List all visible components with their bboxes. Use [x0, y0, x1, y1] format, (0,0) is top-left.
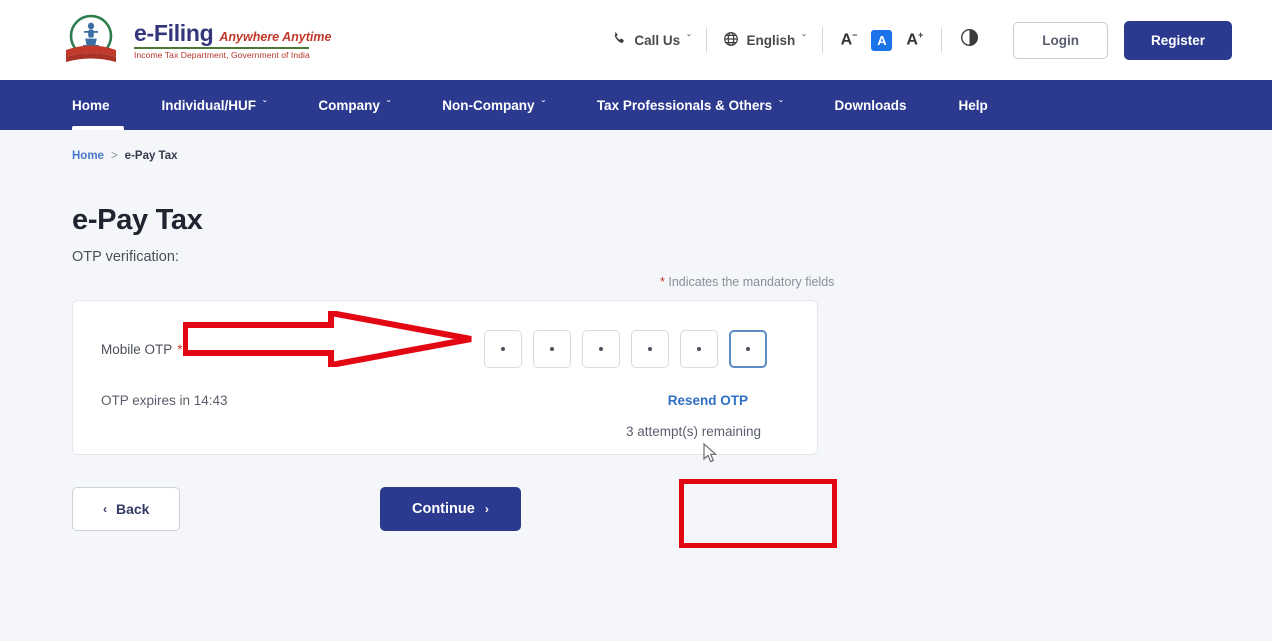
call-us-label: Call Us — [634, 32, 681, 48]
nav-label: Non-Company — [442, 97, 535, 113]
nav-item-downloads[interactable]: Downloads — [808, 80, 932, 130]
contrast-toggle[interactable] — [942, 28, 997, 52]
nav-label: Home — [72, 97, 110, 113]
language-label: English — [746, 32, 796, 48]
nav-item-tax-professionals[interactable]: Tax Professionals & Others ˇ — [571, 80, 809, 130]
otp-digit-5[interactable] — [680, 330, 718, 368]
otp-masked-dot — [550, 347, 554, 351]
mobile-otp-label-text: Mobile OTP — [101, 341, 173, 357]
otp-attempts-text: 3 attempt(s) remaining — [625, 424, 761, 439]
nav-item-individual-huf[interactable]: Individual/HUF ˇ — [136, 80, 293, 130]
chevron-down-icon: ˇ — [541, 99, 545, 111]
resend-otp-link[interactable]: Resend OTP — [668, 393, 748, 408]
otp-masked-dot — [746, 347, 750, 351]
mobile-otp-label: Mobile OTP * — [101, 342, 183, 357]
language-menu[interactable]: English ˇ — [707, 31, 821, 50]
brand-tagline: Anywhere Anytime — [219, 30, 332, 45]
otp-digit-3[interactable] — [582, 330, 620, 368]
otp-masked-dot — [501, 347, 505, 351]
nav-label: Downloads — [834, 97, 907, 113]
brand-name: e-Filing — [134, 20, 214, 47]
breadcrumb-separator: > — [110, 150, 118, 162]
india-emblem-icon: सत्यमेव जयते — [60, 14, 122, 66]
mandatory-fields-note: * Indicates the mandatory fields — [60, 275, 1212, 289]
breadcrumb-current: e-Pay Tax — [124, 150, 178, 162]
nav-label: Help — [958, 97, 988, 113]
font-normal-button[interactable]: A — [871, 29, 893, 51]
site-header: सत्यमेव जयते e-Filing Anywhere Anytime I… — [0, 0, 1272, 80]
chevron-down-icon: ˇ — [687, 33, 691, 45]
chevron-down-icon: ˇ — [779, 99, 783, 111]
continue-button[interactable]: Continue › — [380, 487, 521, 531]
otp-masked-dot — [697, 347, 701, 351]
chevron-right-icon: › — [484, 502, 489, 516]
header-utilities: Call Us ˇ English ˇ A− A A+ Login Regist… — [596, 20, 1232, 60]
brand-logo[interactable]: सत्यमेव जयते e-Filing Anywhere Anytime I… — [60, 14, 331, 66]
call-us-menu[interactable]: Call Us ˇ — [596, 31, 706, 49]
nav-item-home[interactable]: Home — [60, 80, 136, 130]
main-navigation: Home Individual/HUF ˇ Company ˇ Non-Comp… — [0, 80, 1272, 130]
font-decrease-button[interactable]: A− — [841, 31, 858, 48]
chevron-left-icon: ‹ — [103, 502, 107, 516]
back-button[interactable]: ‹ Back — [72, 487, 181, 531]
otp-masked-dot — [648, 347, 652, 351]
nav-item-company[interactable]: Company ˇ — [292, 80, 416, 130]
otp-digit-1[interactable] — [484, 330, 522, 368]
chevron-down-icon: ˇ — [386, 99, 391, 111]
chevron-down-icon: ˇ — [263, 99, 267, 111]
mobile-otp-row: Mobile OTP * — [101, 325, 789, 373]
nav-label: Individual/HUF — [161, 97, 257, 113]
chevron-down-icon: ˇ — [802, 33, 806, 45]
breadcrumb-home-link[interactable]: Home — [72, 150, 104, 162]
contrast-icon — [960, 28, 979, 52]
otp-verification-card: Mobile OTP * OTP expires in 14:43 Resend … — [72, 300, 818, 455]
page-title: e-Pay Tax — [72, 204, 203, 236]
page-content: Home > e-Pay Tax e-Pay Tax OTP verificat… — [0, 130, 1272, 531]
phone-icon — [612, 31, 627, 49]
page-subtitle: OTP verification: — [72, 249, 179, 265]
globe-icon — [723, 31, 739, 50]
register-button[interactable]: Register — [1123, 20, 1232, 60]
font-size-controls: A− A A+ — [823, 29, 942, 51]
otp-input-boxes — [484, 330, 789, 368]
back-button-label: Back — [116, 501, 150, 517]
otp-expiry-text: OTP expires in 14:43 — [101, 393, 228, 408]
mandatory-note-text: Indicates the mandatory fields — [664, 275, 835, 289]
nav-item-non-company[interactable]: Non-Company ˇ — [416, 80, 571, 130]
nav-label: Company — [318, 97, 380, 113]
brand-subtitle: Income Tax Department, Government of Ind… — [134, 49, 310, 60]
login-button[interactable]: Login — [1013, 21, 1108, 59]
breadcrumb: Home > e-Pay Tax — [60, 130, 1212, 162]
otp-meta-row: OTP expires in 14:43 Resend OTP — [101, 393, 789, 408]
otp-digit-2[interactable] — [533, 330, 571, 368]
nav-item-help[interactable]: Help — [932, 80, 1013, 130]
font-increase-button[interactable]: A+ — [906, 31, 923, 48]
otp-digit-6[interactable] — [729, 330, 767, 368]
brand-divider — [134, 47, 309, 49]
continue-button-label: Continue — [412, 501, 475, 517]
nav-label: Tax Professionals & Others — [596, 97, 773, 113]
otp-masked-dot — [599, 347, 603, 351]
required-asterisk: * — [177, 341, 183, 357]
form-actions: ‹ Back Continue › — [72, 487, 818, 531]
otp-digit-4[interactable] — [631, 330, 669, 368]
